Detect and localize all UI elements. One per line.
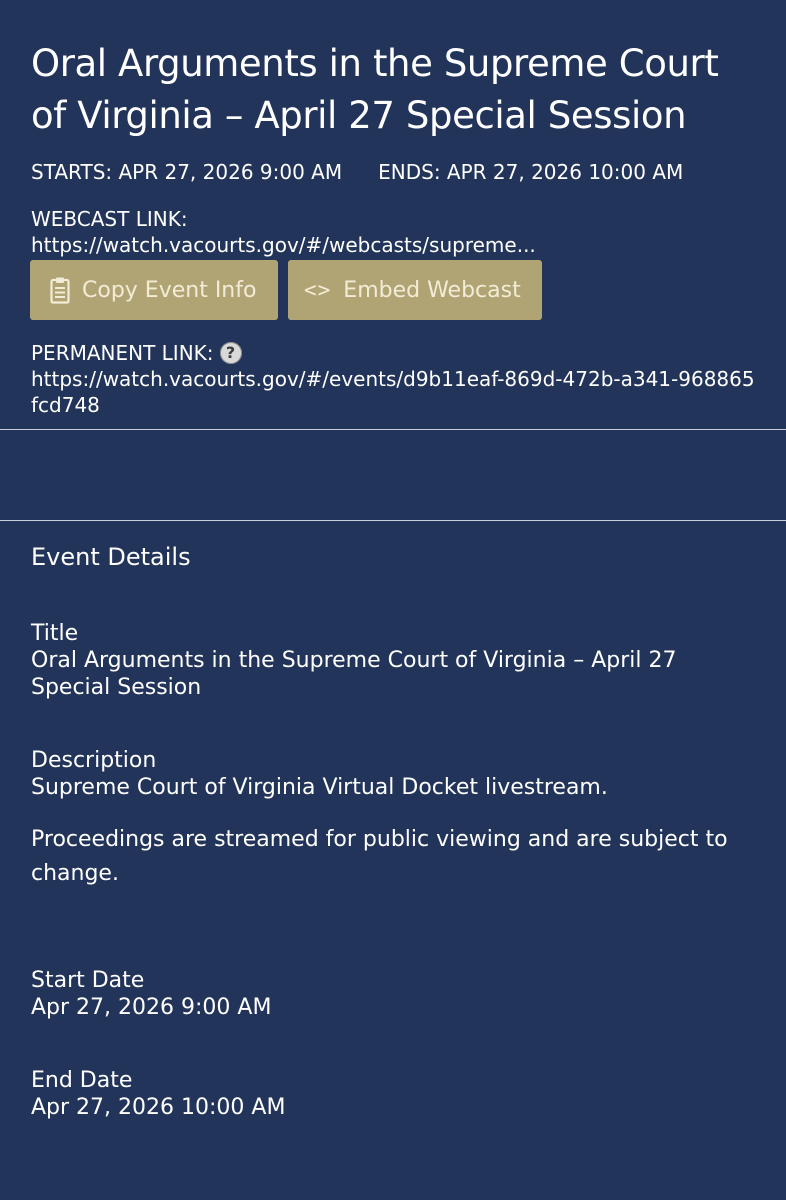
detail-start-date: Start Date Apr 27, 2026 9:00 AM [31,967,756,1021]
divider [0,429,786,430]
webcast-link-label: WEBCAST LINK: [31,207,188,231]
detail-description: Description Supreme Court of Virginia Vi… [31,747,756,891]
detail-end-date: End Date Apr 27, 2026 10:00 AM [31,1067,756,1121]
event-end-time: ENDS: APR 27, 2026 10:00 AM [378,160,684,184]
clipboard-icon [50,276,70,304]
permanent-link[interactable]: https://watch.vacourts.gov/#/events/d9b1… [31,366,761,418]
embed-webcast-label: Embed Webcast [343,277,521,303]
event-title: Oral Arguments in the Supreme Court of V… [31,42,719,137]
copy-event-info-button[interactable]: Copy Event Info [30,260,278,320]
event-start-time: STARTS: APR 27, 2026 9:00 AM [31,160,343,184]
copy-event-info-label: Copy Event Info [82,277,257,303]
event-details-heading: Event Details [31,543,191,571]
permanent-link-label-row: PERMANENT LINK: ? [31,340,756,366]
detail-end-date-value: Apr 27, 2026 10:00 AM [31,1095,286,1120]
detail-description-label: Description [31,748,157,773]
detail-title-label: Title [31,621,79,646]
embed-webcast-button[interactable]: <> Embed Webcast [288,260,542,320]
webcast-link[interactable]: https://watch.vacourts.gov/#/webcasts/su… [31,232,591,258]
event-header: Oral Arguments in the Supreme Court of V… [0,0,786,418]
permanent-link-label: PERMANENT LINK: [31,341,214,365]
detail-start-date-value: Apr 27, 2026 9:00 AM [31,995,272,1020]
help-icon[interactable]: ? [219,342,242,364]
detail-title: Title Oral Arguments in the Supreme Cour… [31,620,756,701]
detail-end-date-label: End Date [31,1068,133,1093]
detail-title-value: Oral Arguments in the Supreme Court of V… [31,648,677,700]
detail-start-date-label: Start Date [31,968,145,993]
code-icon: <> [304,278,332,302]
action-buttons: Copy Event Info <> Embed Webcast [30,260,756,320]
detail-description-paragraph: Supreme Court of Virginia Virtual Docket… [31,775,608,800]
detail-description-paragraph: Proceedings are streamed for public view… [31,827,728,886]
event-dates: STARTS: APR 27, 2026 9:00 AM ENDS: APR 2… [31,158,756,186]
divider [0,520,786,521]
event-details-section: Event Details Title Oral Arguments in th… [31,540,756,1121]
